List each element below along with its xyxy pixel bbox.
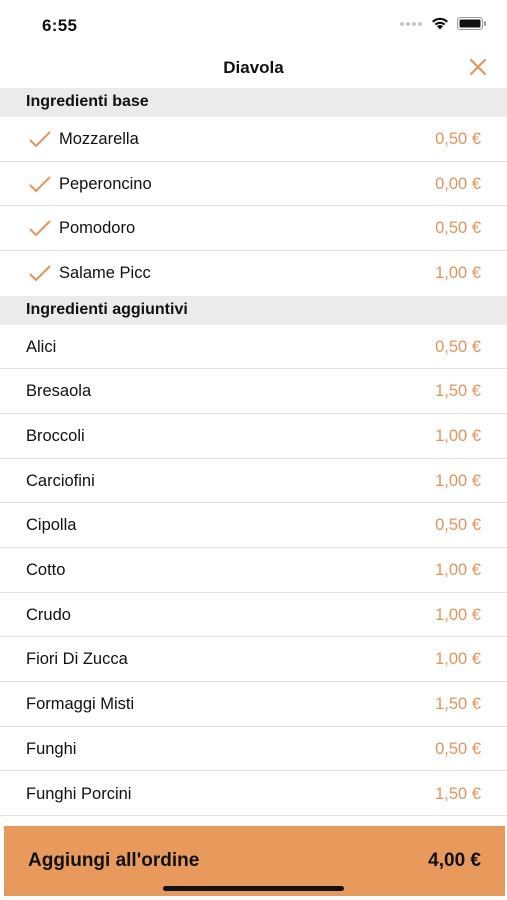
ingredient-name: Fiori Di Zucca [26,650,128,669]
nav-bar: Diavola [0,46,507,88]
ingredient-name: Carciofini [26,471,95,490]
ingredient-name: Broccoli [26,426,85,445]
ingredient-name: Cotto [26,561,66,579]
ingredient-price: 0,50 € [435,739,481,758]
ingredient-price: 1,00 € [435,561,481,579]
order-total: 4,00 € [428,850,481,871]
ingredient-row-bresaola[interactable]: Bresaola 1,50 € [0,369,507,414]
ingredient-row-broccoli[interactable]: Broccoli 1,00 € [0,414,507,459]
ingredient-name: Funghi [26,739,77,758]
ingredient-price: 1,00 € [435,264,481,283]
ingredient-name: Pomodoro [59,219,136,238]
ingredient-name: Funghi Porcini [26,784,132,803]
ingredient-row-mozzarella[interactable]: Mozzarella 0,50 € [0,117,507,162]
ingredient-row-pomodoro[interactable]: Pomodoro 0,50 € [0,206,507,252]
status-bar: 6:55 [0,0,507,46]
ingredient-row-cotto[interactable]: Cotto 1,00 € [0,548,507,593]
ingredient-price: 0,50 € [435,130,481,148]
page-title: Diavola [223,58,284,77]
ingredient-price: 0,00 € [435,174,481,193]
ingredient-price: 1,00 € [435,650,481,669]
checkmark-icon [29,175,51,193]
ingredient-name: Peperoncino [59,174,152,193]
ingredient-row-peperoncino[interactable]: Peperoncino 0,00 € [0,162,507,207]
ingredient-price: 0,50 € [435,516,481,535]
ingredient-price: 0,50 € [435,219,481,238]
battery-icon [457,17,486,30]
ingredient-name: Bresaola [26,382,92,401]
section-title: Ingredienti aggiuntivi [26,300,188,318]
signal-icon [400,21,422,26]
close-button[interactable] [467,56,489,78]
home-indicator [163,886,344,891]
status-time: 6:55 [42,16,78,35]
status-icons [399,17,487,30]
section-title: Ingredienti base [26,93,149,110]
ingredient-price: 1,50 € [435,784,481,803]
ingredient-price: 1,00 € [435,471,481,490]
ingredient-row-fiori-di-zucca[interactable]: Fiori Di Zucca 1,00 € [0,637,507,683]
ingredient-name: Alici [26,337,57,356]
ingredient-row-salame-picc[interactable]: Salame Picc 1,00 € [0,251,507,296]
ingredient-row-carciofini[interactable]: Carciofini 1,00 € [0,459,507,504]
ingredient-row-cipolla[interactable]: Cipolla 0,50 € [0,503,507,548]
ingredient-row-alici[interactable]: Alici 0,50 € [0,325,507,370]
ingredient-row-funghi[interactable]: Funghi 0,50 € [0,727,507,772]
ingredient-price: 1,50 € [435,695,481,714]
ingredient-name: Salame Picc [59,264,151,283]
ingredient-name: Mozzarella [59,130,139,148]
ingredient-price: 1,00 € [435,426,481,445]
wifi-icon [432,17,448,30]
ingredient-row-formaggi-misti[interactable]: Formaggi Misti 1,50 € [0,682,507,727]
ingredient-name: Crudo [26,605,71,624]
ingredient-row-funghi-porcini[interactable]: Funghi Porcini 1,50 € [0,772,507,817]
ingredient-name: Cipolla [26,516,77,535]
ingredient-row-crudo[interactable]: Crudo 1,00 € [0,593,507,638]
checkmark-icon [29,220,51,237]
add-to-order-label: Aggiungi all'ordine [28,850,200,871]
section-header-extra: Ingredienti aggiuntivi [0,295,507,325]
checkmark-icon [29,265,51,282]
checkmark-icon [29,131,51,148]
section-header-base: Ingredienti base [0,88,507,117]
close-icon [469,58,487,76]
ingredient-price: 0,50 € [435,337,481,356]
ingredient-price: 1,50 € [435,382,481,401]
ingredient-price: 1,00 € [435,605,481,624]
ingredient-name: Formaggi Misti [26,695,135,714]
